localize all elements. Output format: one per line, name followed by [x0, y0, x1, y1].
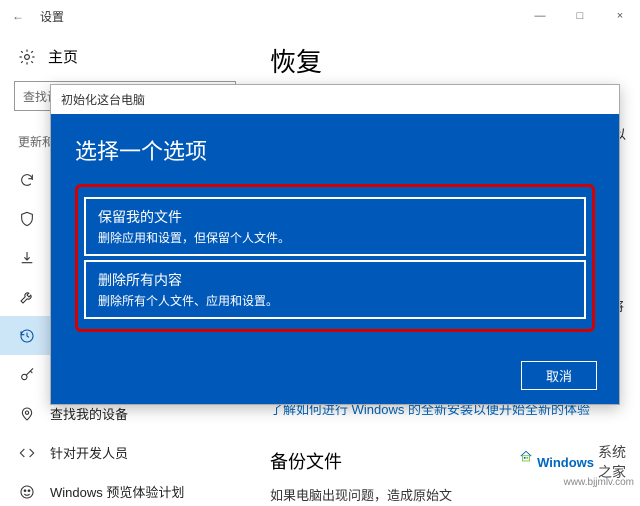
option-title: 删除所有内容	[98, 270, 572, 290]
sidebar-item-insider[interactable]: Windows 预览体验计划	[0, 472, 250, 506]
wrench-icon	[18, 288, 36, 306]
page-title: 恢复	[270, 42, 620, 79]
option-desc: 删除所有个人文件、应用和设置。	[98, 292, 572, 309]
sidebar-home[interactable]: 主页	[0, 40, 250, 81]
sidebar-item-label: 针对开发人员	[50, 443, 128, 462]
option-desc: 删除应用和设置，但保留个人文件。	[98, 229, 572, 246]
sidebar-item-label: Windows 预览体验计划	[50, 482, 184, 501]
house-icon	[519, 450, 533, 474]
minimize-button[interactable]: —	[520, 10, 560, 22]
close-button[interactable]: ×	[600, 10, 640, 22]
cancel-button[interactable]: 取消	[521, 361, 597, 390]
option-title: 保留我的文件	[98, 207, 572, 227]
dialog-heading: 选择一个选项	[75, 134, 595, 166]
watermark-brand1: Windows	[537, 455, 594, 470]
location-icon	[18, 405, 36, 423]
maximize-button[interactable]: □	[560, 10, 600, 22]
watermark-brand2: 系统之家	[598, 442, 626, 482]
reset-pc-dialog: 初始化这台电脑 选择一个选项 保留我的文件 删除应用和设置，但保留个人文件。 删…	[50, 84, 620, 405]
options-highlight: 保留我的文件 删除应用和设置，但保留个人文件。 删除所有内容 删除所有个人文件、…	[75, 184, 595, 332]
back-button[interactable]: ←	[0, 9, 36, 23]
insider-icon	[18, 483, 36, 501]
sidebar-item-label: 查找我的设备	[50, 404, 128, 423]
sidebar-home-label: 主页	[48, 46, 78, 67]
option-keep-files[interactable]: 保留我的文件 删除应用和设置，但保留个人文件。	[84, 197, 586, 256]
key-icon	[18, 366, 36, 384]
shield-icon	[18, 210, 36, 228]
sidebar-item-developers[interactable]: 针对开发人员	[0, 433, 250, 472]
backup-icon	[18, 249, 36, 267]
sync-icon	[18, 171, 36, 189]
gear-icon	[18, 48, 36, 66]
window-titlebar: ← 设置 — □ ×	[0, 0, 640, 32]
dialog-title: 初始化这台电脑	[51, 85, 619, 114]
code-icon	[18, 444, 36, 462]
history-icon	[18, 327, 36, 345]
watermark: Windows 系统之家 www.bjjmlv.com	[564, 475, 634, 488]
option-remove-everything[interactable]: 删除所有内容 删除所有个人文件、应用和设置。	[84, 260, 586, 319]
window-title: 设置	[36, 8, 64, 25]
